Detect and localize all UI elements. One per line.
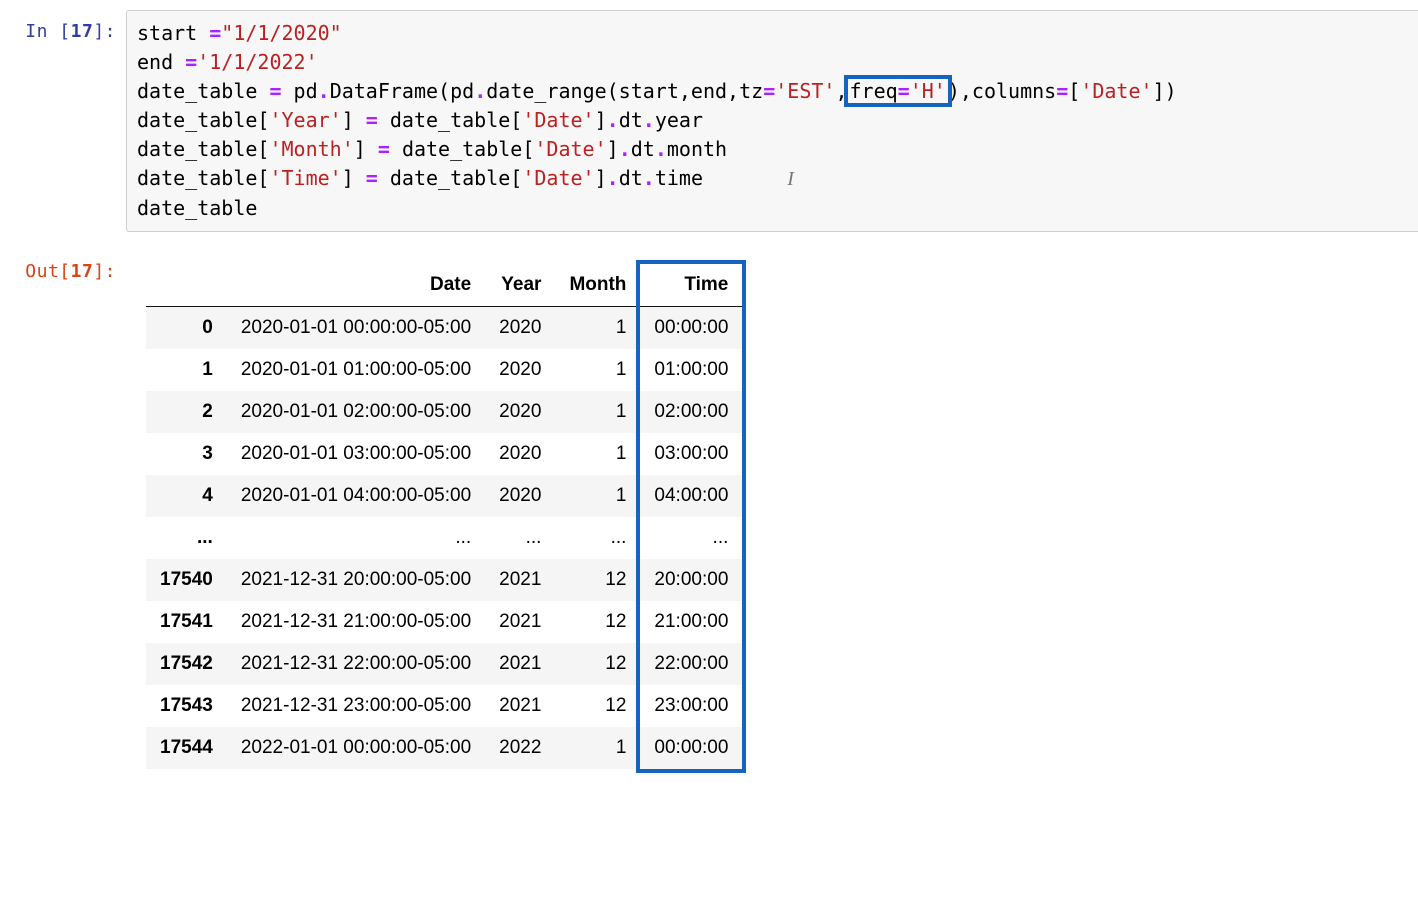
cell-date: 2020-01-01 01:00:00-05:00 bbox=[227, 349, 485, 391]
cell-time: 21:00:00 bbox=[640, 601, 742, 643]
table-row: 12020-01-01 01:00:00-05:002020101:00:00 bbox=[146, 349, 742, 391]
output-prompt: Out[17]: bbox=[6, 250, 126, 283]
cell-month: 1 bbox=[555, 307, 640, 350]
code-cell[interactable]: start ="1/1/2020" end ='1/1/2022' date_t… bbox=[126, 10, 1418, 232]
cell-year: 2020 bbox=[485, 349, 555, 391]
table-row: 175432021-12-31 23:00:00-05:0020211223:0… bbox=[146, 685, 742, 727]
cell-year: 2021 bbox=[485, 601, 555, 643]
output-cell: Out[17]: Date Year Month Time 02020-01-0… bbox=[6, 250, 1418, 769]
cell-month: 1 bbox=[555, 727, 640, 769]
table-row: 42020-01-01 04:00:00-05:002020104:00:00 bbox=[146, 475, 742, 517]
col-year: Year bbox=[485, 264, 555, 307]
out-label: Out[17]: bbox=[25, 261, 116, 282]
cell-month: 1 bbox=[555, 391, 640, 433]
input-cell: In [17]: start ="1/1/2020" end ='1/1/202… bbox=[6, 10, 1418, 250]
cell-month: 12 bbox=[555, 643, 640, 685]
row-index: 4 bbox=[146, 475, 227, 517]
row-index: ... bbox=[146, 517, 227, 559]
row-index: 3 bbox=[146, 433, 227, 475]
input-content: start ="1/1/2020" end ='1/1/2022' date_t… bbox=[126, 10, 1418, 250]
cell-year: ... bbox=[485, 517, 555, 559]
table-row: ............... bbox=[146, 517, 742, 559]
cell-time: 00:00:00 bbox=[640, 727, 742, 769]
cell-date: 2020-01-01 00:00:00-05:00 bbox=[227, 307, 485, 350]
text-cursor-icon: I bbox=[787, 165, 794, 194]
cell-year: 2021 bbox=[485, 685, 555, 727]
cell-month: 1 bbox=[555, 349, 640, 391]
row-index: 17542 bbox=[146, 643, 227, 685]
cell-month: 12 bbox=[555, 559, 640, 601]
cell-date: ... bbox=[227, 517, 485, 559]
cell-year: 2021 bbox=[485, 559, 555, 601]
row-index: 17543 bbox=[146, 685, 227, 727]
cell-month: 12 bbox=[555, 601, 640, 643]
notebook: In [17]: start ="1/1/2020" end ='1/1/202… bbox=[0, 0, 1418, 769]
row-index: 17544 bbox=[146, 727, 227, 769]
table-row: 175422021-12-31 22:00:00-05:0020211222:0… bbox=[146, 643, 742, 685]
in-label: In [17]: bbox=[25, 21, 116, 42]
cell-date: 2021-12-31 22:00:00-05:00 bbox=[227, 643, 485, 685]
code-text[interactable]: start ="1/1/2020" end ='1/1/2022' date_t… bbox=[137, 19, 1413, 223]
col-month: Month bbox=[555, 264, 640, 307]
cell-time: 20:00:00 bbox=[640, 559, 742, 601]
output-content: Date Year Month Time 02020-01-01 00:00:0… bbox=[126, 250, 1418, 769]
cell-date: 2020-01-01 02:00:00-05:00 bbox=[227, 391, 485, 433]
cell-time: 23:00:00 bbox=[640, 685, 742, 727]
row-index: 1 bbox=[146, 349, 227, 391]
cell-date: 2020-01-01 04:00:00-05:00 bbox=[227, 475, 485, 517]
cell-time: 02:00:00 bbox=[640, 391, 742, 433]
cell-time: 00:00:00 bbox=[640, 307, 742, 350]
cell-year: 2020 bbox=[485, 433, 555, 475]
row-index: 2 bbox=[146, 391, 227, 433]
cell-time: 03:00:00 bbox=[640, 433, 742, 475]
cell-time: 01:00:00 bbox=[640, 349, 742, 391]
cell-year: 2020 bbox=[485, 475, 555, 517]
cell-month: 1 bbox=[555, 433, 640, 475]
table-row: 22020-01-01 02:00:00-05:002020102:00:00 bbox=[146, 391, 742, 433]
row-index: 17540 bbox=[146, 559, 227, 601]
cell-year: 2020 bbox=[485, 391, 555, 433]
col-time: Time bbox=[640, 264, 742, 307]
cell-date: 2022-01-01 00:00:00-05:00 bbox=[227, 727, 485, 769]
table-row: 175442022-01-01 00:00:00-05:002022100:00… bbox=[146, 727, 742, 769]
table-header-row: Date Year Month Time bbox=[146, 264, 742, 307]
table-row: 175412021-12-31 21:00:00-05:0020211221:0… bbox=[146, 601, 742, 643]
cell-month: ... bbox=[555, 517, 640, 559]
freq-highlight: freq='H' bbox=[848, 79, 948, 103]
cell-time: 22:00:00 bbox=[640, 643, 742, 685]
table-row: 32020-01-01 03:00:00-05:002020103:00:00 bbox=[146, 433, 742, 475]
table-row: 02020-01-01 00:00:00-05:002020100:00:00 bbox=[146, 307, 742, 350]
cell-date: 2021-12-31 23:00:00-05:00 bbox=[227, 685, 485, 727]
cell-time: ... bbox=[640, 517, 742, 559]
dataframe-table: Date Year Month Time 02020-01-01 00:00:0… bbox=[146, 264, 742, 769]
row-index: 17541 bbox=[146, 601, 227, 643]
cell-year: 2022 bbox=[485, 727, 555, 769]
table-row: 175402021-12-31 20:00:00-05:0020211220:0… bbox=[146, 559, 742, 601]
cell-month: 1 bbox=[555, 475, 640, 517]
cell-month: 12 bbox=[555, 685, 640, 727]
row-index: 0 bbox=[146, 307, 227, 350]
cell-year: 2021 bbox=[485, 643, 555, 685]
cell-date: 2021-12-31 20:00:00-05:00 bbox=[227, 559, 485, 601]
cell-year: 2020 bbox=[485, 307, 555, 350]
col-index bbox=[146, 264, 227, 307]
input-prompt: In [17]: bbox=[6, 10, 126, 43]
cell-date: 2021-12-31 21:00:00-05:00 bbox=[227, 601, 485, 643]
cell-date: 2020-01-01 03:00:00-05:00 bbox=[227, 433, 485, 475]
cell-time: 04:00:00 bbox=[640, 475, 742, 517]
col-date: Date bbox=[227, 264, 485, 307]
